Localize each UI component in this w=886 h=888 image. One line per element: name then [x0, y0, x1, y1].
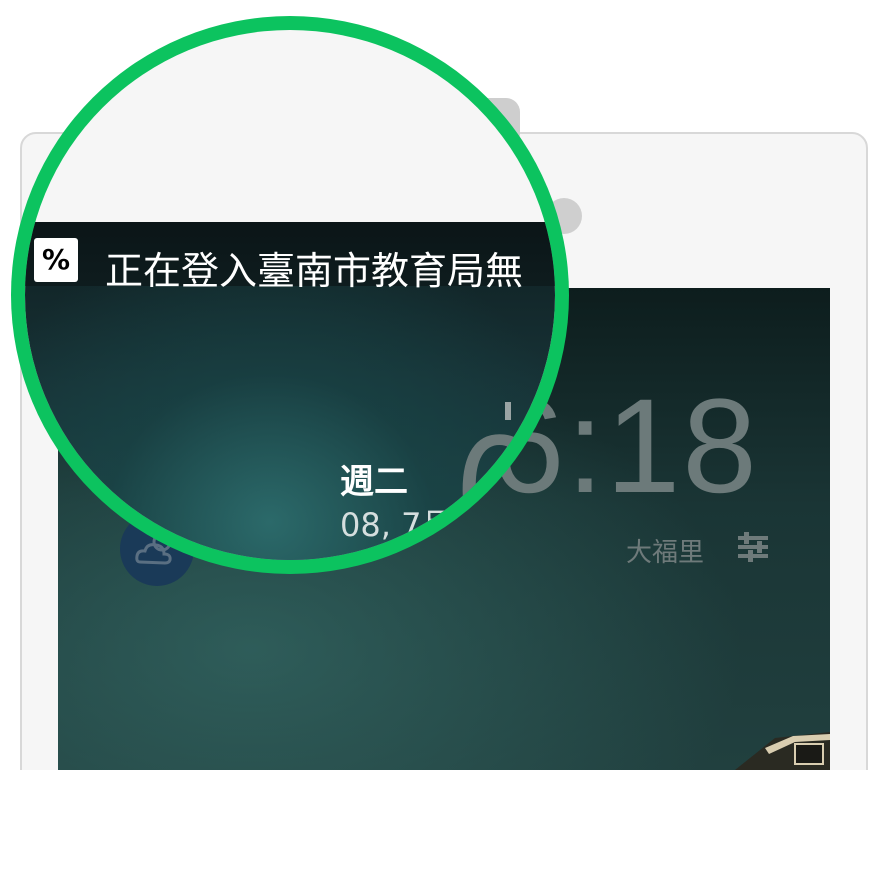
magnified-lock-screen: % 正在登入臺南市教育局無 6 週二 08, 7月 [25, 222, 555, 560]
percent-icon: % [41, 243, 71, 276]
notification-text[interactable]: 正在登入臺南市教育局無 [105, 240, 523, 295]
notification-app-icon: % [34, 238, 78, 282]
sliders-icon[interactable] [736, 530, 770, 564]
weekday-label: 週二 [340, 462, 408, 502]
status-bar: % 正在登入臺南市教育局無 [25, 222, 555, 293]
image-bottom-crop [0, 770, 886, 888]
wallpaper-building [735, 732, 830, 770]
date-label: 08, 7月 [340, 506, 454, 544]
magnifier-callout: % 正在登入臺南市教育局無 6 週二 08, 7月 [25, 30, 555, 560]
magnified-clock-time: 6 [455, 403, 539, 560]
weather-location: 大福里 [626, 538, 705, 568]
